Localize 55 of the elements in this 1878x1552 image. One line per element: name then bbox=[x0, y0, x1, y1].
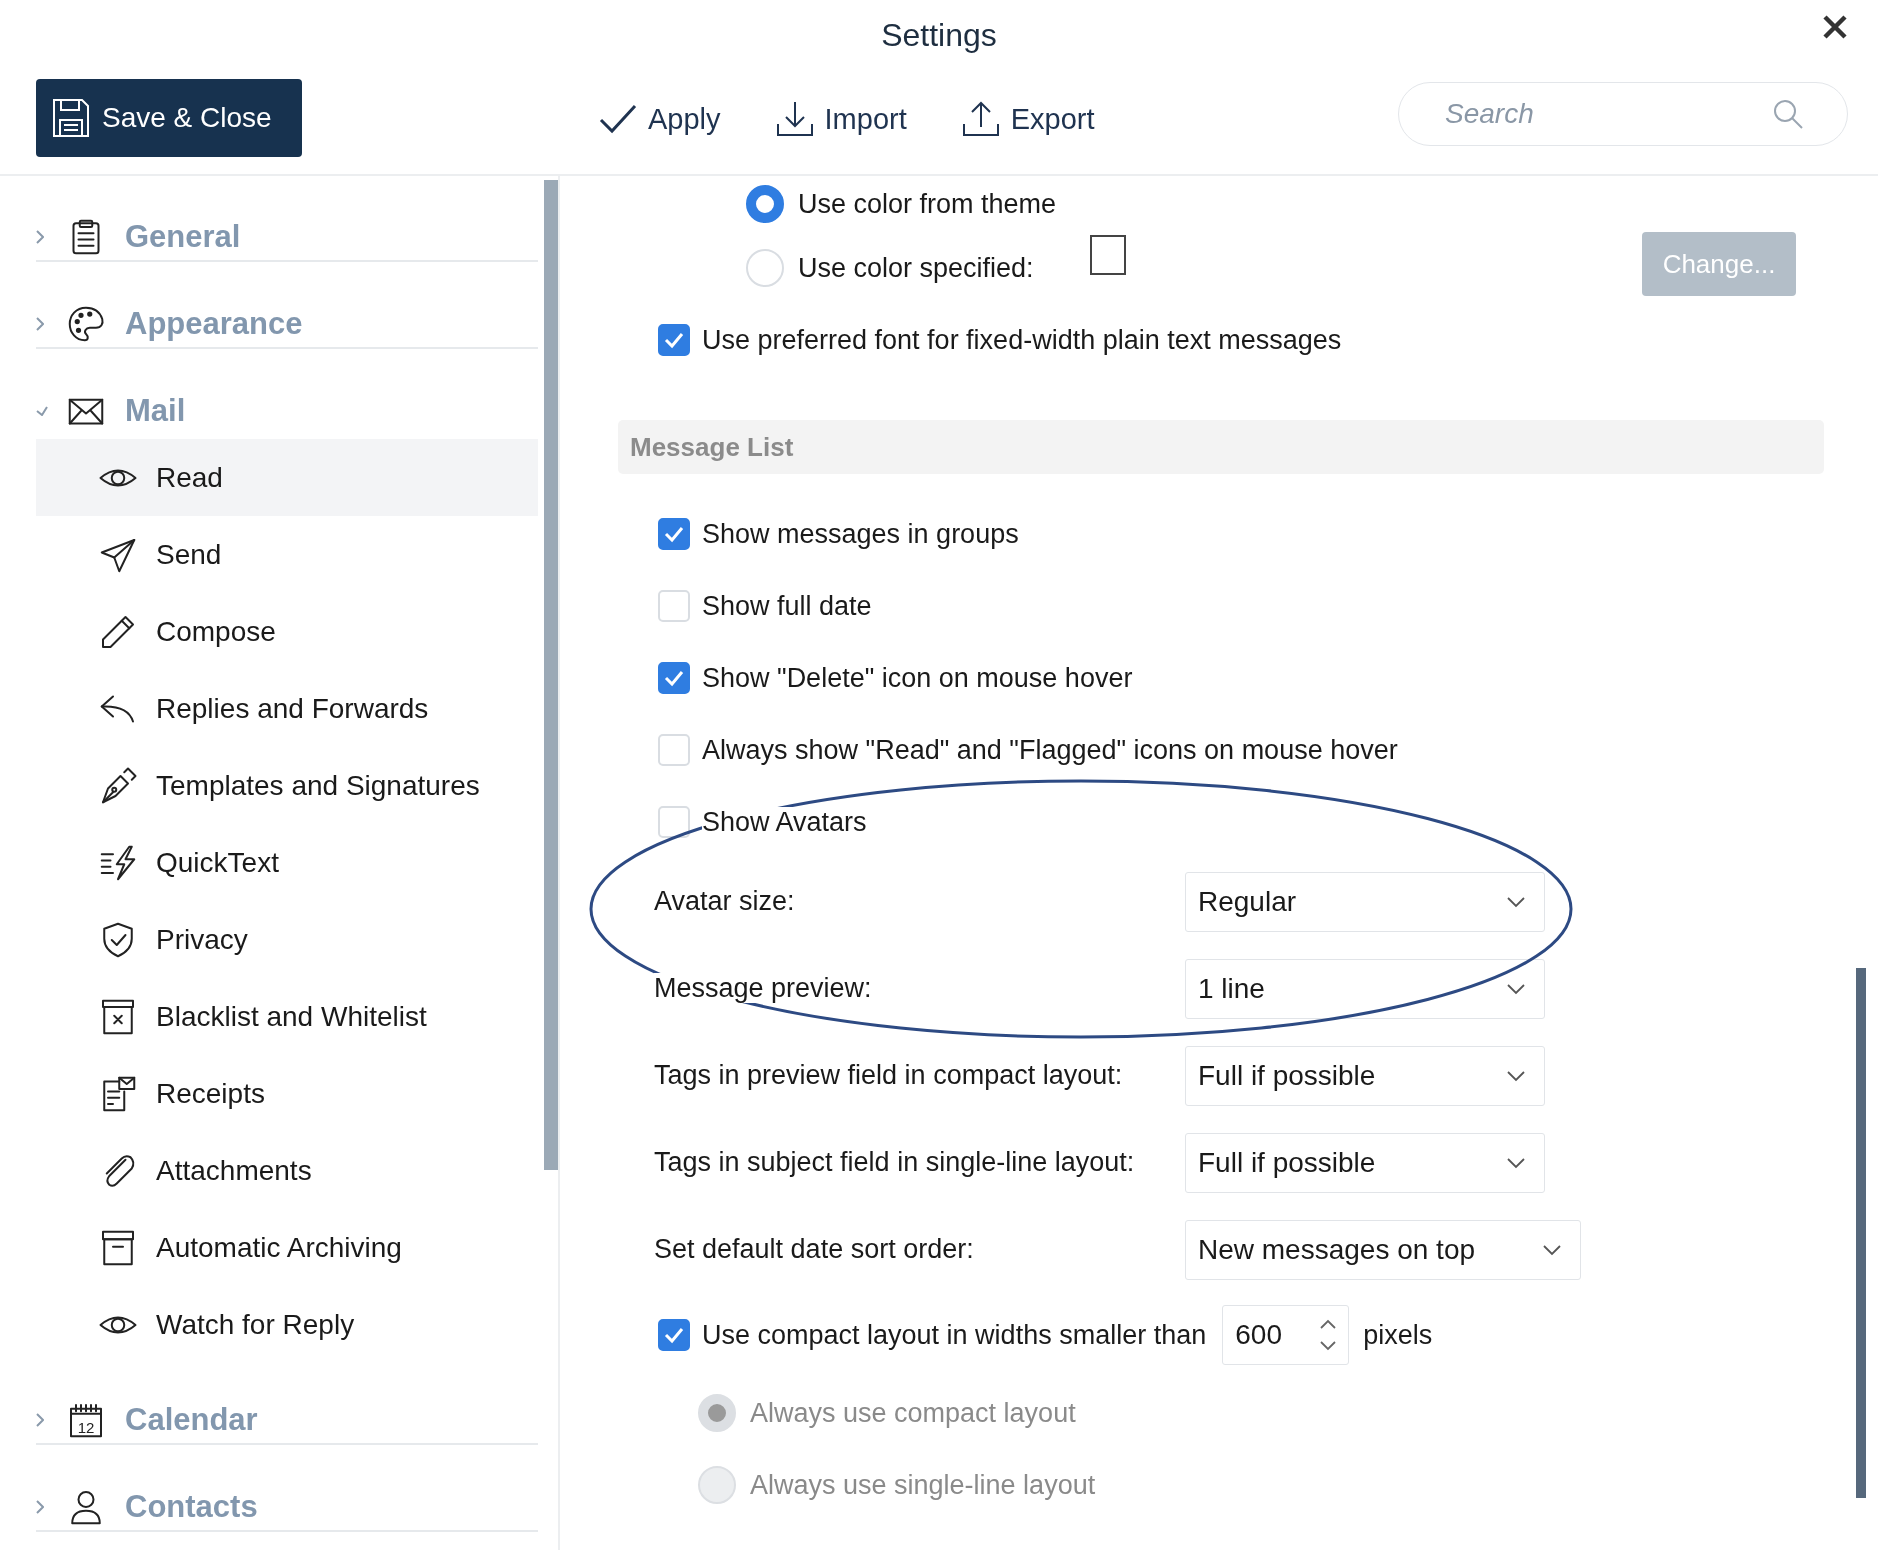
search-field[interactable]: Search bbox=[1398, 82, 1848, 146]
nav-item[interactable]: Send bbox=[36, 516, 539, 593]
apply-button[interactable]: Apply bbox=[598, 100, 721, 138]
checkbox[interactable] bbox=[658, 518, 690, 550]
dropdown[interactable]: New messages on top bbox=[1185, 1219, 1581, 1280]
chevron-down-icon bbox=[1506, 1156, 1526, 1169]
checkbox[interactable] bbox=[658, 324, 690, 356]
search-icon bbox=[1772, 98, 1804, 130]
checkbox[interactable] bbox=[658, 662, 690, 694]
dropdown[interactable]: 1 line bbox=[1185, 958, 1545, 1019]
radio-button[interactable] bbox=[746, 185, 784, 223]
checkbox[interactable] bbox=[658, 1319, 690, 1351]
chevron-down-icon bbox=[1506, 982, 1526, 995]
nav-item[interactable]: Attachments bbox=[36, 1132, 539, 1209]
nav-item[interactable]: Templates and Signatures bbox=[36, 747, 539, 824]
nav-item[interactable]: Receipts bbox=[36, 1055, 539, 1132]
spinner-arrows-icon bbox=[1318, 1318, 1339, 1352]
checkmark-icon bbox=[598, 102, 638, 136]
scrollbar-thumb[interactable] bbox=[1856, 968, 1866, 1498]
collapsed-chevron-icon[interactable] bbox=[36, 230, 44, 244]
nav-item[interactable]: Replies and Forwards bbox=[36, 670, 539, 747]
number-field[interactable]: 600 bbox=[1222, 1305, 1350, 1365]
checkmark-icon bbox=[663, 525, 685, 543]
dropdown[interactable]: Full if possible bbox=[1185, 1045, 1545, 1106]
nav-item[interactable]: Compose bbox=[36, 593, 539, 670]
close-icon[interactable] bbox=[1822, 14, 1848, 40]
dropdown[interactable]: Regular bbox=[1185, 871, 1545, 932]
collapsed-chevron-icon[interactable] bbox=[36, 317, 44, 331]
chevron-down-icon bbox=[1506, 1069, 1526, 1082]
window-title: Settings bbox=[881, 16, 997, 54]
collapsed-chevron-icon[interactable] bbox=[36, 1500, 44, 1514]
nav-item[interactable]: QuickText bbox=[36, 824, 539, 901]
checkmark-icon bbox=[663, 331, 685, 349]
nav-item[interactable]: Blacklist and Whitelist bbox=[36, 978, 539, 1055]
color-swatch[interactable] bbox=[1089, 235, 1126, 275]
import-button[interactable]: Import bbox=[774, 100, 907, 138]
field-label: Message preview: bbox=[654, 973, 872, 1003]
expanded-chevron-icon[interactable] bbox=[36, 406, 48, 416]
checkmark-icon bbox=[663, 1326, 685, 1344]
nav-item[interactable]: Privacy bbox=[36, 901, 539, 978]
palette-icon bbox=[66, 304, 106, 344]
dropdown[interactable]: Full if possible bbox=[1185, 1132, 1545, 1193]
scrollbar-thumb[interactable] bbox=[544, 180, 558, 1170]
nav-item[interactable]: Automatic Archiving bbox=[36, 1209, 539, 1286]
chevron-down-icon bbox=[1506, 895, 1526, 908]
export-button[interactable]: Export bbox=[960, 100, 1095, 138]
save-and-close-button[interactable]: Save & Close bbox=[36, 79, 302, 157]
upload-icon bbox=[960, 100, 1001, 138]
collapsed-chevron-icon[interactable] bbox=[36, 1413, 44, 1427]
chevron-down-icon bbox=[1542, 1243, 1562, 1256]
checkmark-icon bbox=[663, 669, 685, 687]
nav-item[interactable]: Watch for Reply bbox=[36, 1286, 539, 1363]
download-icon bbox=[774, 100, 815, 138]
section-header: Message List bbox=[618, 420, 1824, 474]
selected-nav-item[interactable]: Read bbox=[36, 439, 539, 516]
